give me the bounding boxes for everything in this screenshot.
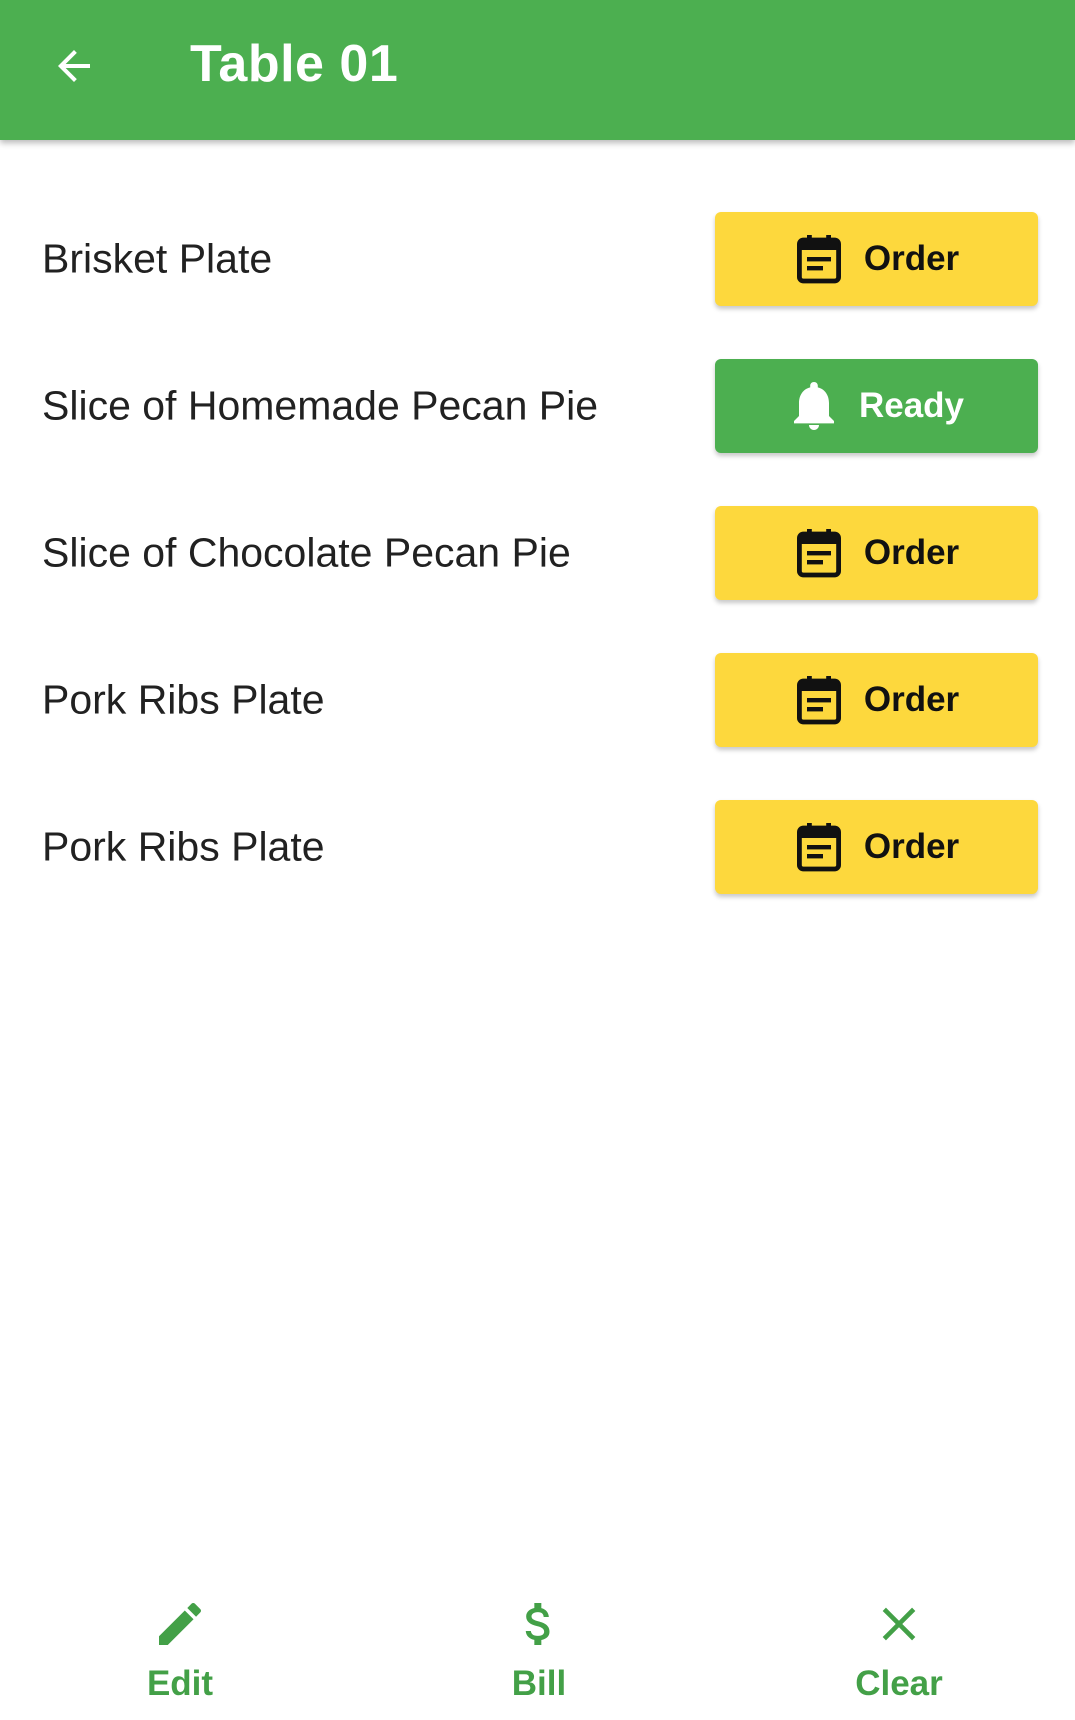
ready-status-label: Ready bbox=[858, 385, 965, 425]
list-item: Brisket Plate Order bbox=[0, 185, 1075, 332]
order-status-button[interactable]: Order bbox=[715, 211, 1038, 306]
calendar-note-icon bbox=[794, 673, 844, 727]
calendar-note-icon bbox=[794, 820, 844, 874]
edit-label: Edit bbox=[146, 1664, 214, 1703]
calendar-note-icon bbox=[794, 232, 844, 286]
list-item: Pork Ribs Plate Order bbox=[0, 773, 1075, 920]
order-status-button[interactable]: Order bbox=[715, 799, 1038, 894]
bill-label: Bill bbox=[511, 1664, 567, 1703]
clear-label: Clear bbox=[855, 1664, 943, 1703]
calendar-note-icon bbox=[794, 526, 844, 580]
item-name: Pork Ribs Plate bbox=[42, 676, 325, 722]
list-item: Slice of Chocolate Pecan Pie Order bbox=[0, 479, 1075, 626]
bell-icon bbox=[789, 379, 839, 433]
arrow-left-icon bbox=[58, 50, 90, 82]
order-status-button[interactable]: Order bbox=[715, 652, 1038, 747]
app-screen: Table 01 Brisket Plate Order Slice of Ho… bbox=[0, 0, 1075, 1720]
order-status-label: Order bbox=[863, 679, 960, 719]
edit-button[interactable]: Edit bbox=[70, 1580, 290, 1720]
dollar-icon bbox=[509, 1594, 569, 1654]
item-name: Pork Ribs Plate bbox=[42, 823, 325, 869]
back-button[interactable] bbox=[38, 26, 110, 106]
order-status-label: Order bbox=[863, 238, 960, 278]
close-icon bbox=[869, 1594, 929, 1654]
pencil-icon bbox=[150, 1594, 210, 1654]
clear-button[interactable]: Clear bbox=[789, 1580, 1009, 1720]
page-title: Table 01 bbox=[190, 35, 399, 93]
bottom-navigation: Edit Bill Clear bbox=[0, 1580, 1075, 1720]
order-status-label: Order bbox=[863, 826, 960, 866]
item-name: Slice of Homemade Pecan Pie bbox=[42, 382, 599, 428]
item-name: Slice of Chocolate Pecan Pie bbox=[42, 529, 571, 575]
bill-button[interactable]: Bill bbox=[429, 1580, 649, 1720]
order-status-button[interactable]: Order bbox=[715, 505, 1038, 600]
app-bar: Table 01 bbox=[0, 0, 1075, 140]
item-name: Brisket Plate bbox=[42, 235, 273, 281]
list-item: Pork Ribs Plate Order bbox=[0, 626, 1075, 773]
list-item: Slice of Homemade Pecan Pie Ready bbox=[0, 332, 1075, 479]
order-status-label: Order bbox=[863, 532, 960, 572]
ready-status-button[interactable]: Ready bbox=[715, 358, 1038, 453]
